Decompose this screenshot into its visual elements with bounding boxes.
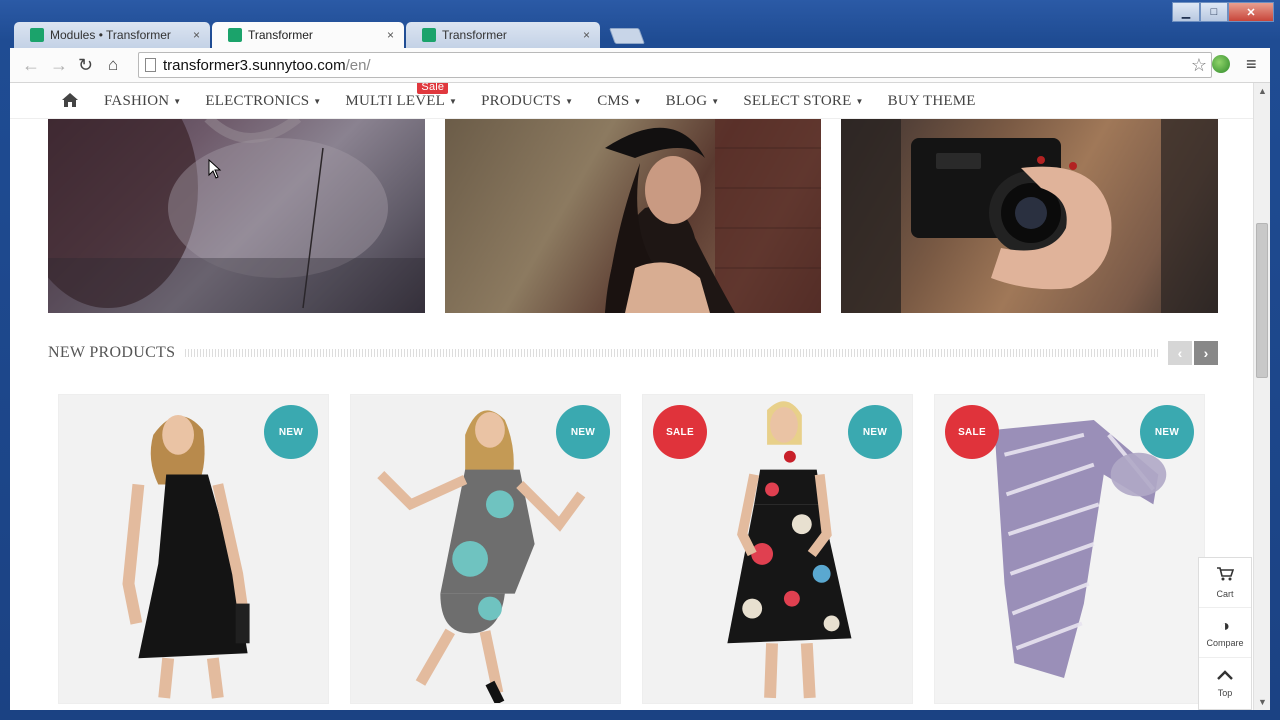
maximize-button[interactable]: □: [1200, 2, 1228, 22]
url-host: transformer3.sunnytoo.com: [163, 57, 346, 74]
carousel-prev-button[interactable]: ‹: [1168, 341, 1192, 365]
tab-close-icon[interactable]: ×: [387, 28, 394, 42]
page-icon: [145, 58, 156, 72]
home-icon[interactable]: ⌂: [108, 56, 118, 74]
url-path: /en/: [345, 57, 371, 74]
top-label: Top: [1217, 688, 1233, 698]
menu-item-blog[interactable]: BLOG ▼: [666, 93, 720, 110]
star-icon[interactable]: ☆: [1191, 55, 1207, 76]
caret-down-icon: ▼: [448, 96, 458, 106]
carousel-next-button[interactable]: ›: [1194, 341, 1218, 365]
forward-icon[interactable]: →: [50, 56, 68, 74]
menu-icon[interactable]: ≡: [1246, 54, 1257, 75]
caret-down-icon: ▼: [633, 96, 642, 106]
sale-badge: Sale: [417, 83, 449, 94]
tab-transformer-active[interactable]: Transformer ×: [212, 22, 404, 48]
banner-image-3[interactable]: [841, 118, 1218, 313]
caret-down-icon: ▼: [313, 96, 322, 106]
page-viewport: FASHION ▼ ELECTRONICS ▼ MULTI LEVEL ▼ Sa…: [10, 83, 1270, 710]
reload-icon[interactable]: ↻: [78, 56, 93, 74]
back-icon[interactable]: ←: [22, 56, 40, 74]
sale-flag-badge: SALE: [945, 405, 999, 459]
compare-button[interactable]: ◑ Compare: [1199, 608, 1251, 658]
menu-label: MULTI LEVEL: [345, 92, 445, 109]
page-scrollbar[interactable]: ▲ ▼: [1253, 83, 1270, 710]
new-flag-badge: NEW: [848, 405, 902, 459]
minimize-button[interactable]: ▁: [1172, 2, 1200, 22]
menu-item-electronics[interactable]: ELECTRONICS ▼: [205, 93, 321, 110]
cart-label: Cart: [1216, 589, 1234, 599]
menu-label: FASHION: [104, 92, 170, 109]
compare-label: Compare: [1206, 637, 1244, 648]
tab-close-icon[interactable]: ×: [193, 28, 200, 42]
banner-art: [841, 118, 1218, 313]
menu-label: BUY THEME: [887, 92, 976, 109]
tab-close-icon[interactable]: ×: [583, 28, 590, 42]
title-divider: [185, 349, 1160, 357]
sale-flag-badge: SALE: [653, 405, 707, 459]
mouse-cursor-icon: [208, 159, 222, 179]
caret-down-icon: ▼: [855, 96, 864, 106]
tab-strip: Modules • Transformer × Transformer × Tr…: [14, 22, 914, 48]
scroll-down-arrow-icon[interactable]: ▼: [1254, 694, 1270, 710]
tab-label: Transformer: [248, 28, 313, 42]
product-card-4[interactable]: SALE NEW: [934, 394, 1205, 704]
menu-items: FASHION ▼ ELECTRONICS ▼ MULTI LEVEL ▼ Sa…: [104, 83, 1000, 119]
store-main-menu: FASHION ▼ ELECTRONICS ▼ MULTI LEVEL ▼ Sa…: [10, 83, 1253, 119]
close-window-button[interactable]: ✕: [1228, 2, 1274, 22]
caret-down-icon: ▼: [565, 96, 574, 106]
browser-toolbar: ← → ↻ ⌂ transformer3.sunnytoo.com/en/ ☆ …: [10, 48, 1270, 83]
product-card-1[interactable]: NEW: [58, 394, 329, 704]
window-controls: ▁ □ ✕: [1172, 2, 1274, 22]
address-bar[interactable]: transformer3.sunnytoo.com/en/ ☆: [138, 52, 1212, 78]
new-flag-badge: NEW: [556, 405, 610, 459]
cart-icon: [1216, 566, 1235, 587]
scroll-up-arrow-icon[interactable]: ▲: [1254, 83, 1270, 99]
tab-label: Modules • Transformer: [50, 28, 171, 42]
favicon-icon: [228, 28, 242, 42]
menu-label: PRODUCTS: [481, 92, 562, 109]
new-flag-badge: NEW: [1140, 405, 1194, 459]
menu-item-multi-level[interactable]: MULTI LEVEL ▼ Sale: [345, 83, 458, 110]
favicon-icon: [30, 28, 44, 42]
banner-image-1[interactable]: [48, 118, 425, 313]
scroll-thumb[interactable]: [1256, 223, 1268, 378]
globe-icon[interactable]: [1212, 55, 1230, 73]
cart-button[interactable]: Cart: [1199, 558, 1251, 608]
tab-transformer[interactable]: Transformer ×: [406, 22, 600, 48]
banner-image-2[interactable]: [445, 118, 821, 313]
menu-item-fashion[interactable]: FASHION ▼: [104, 93, 181, 110]
menu-label: SELECT STORE: [743, 92, 852, 109]
menu-item-select-store[interactable]: SELECT STORE ▼: [743, 93, 863, 110]
menu-label: CMS: [597, 92, 630, 109]
banner-art: [48, 118, 425, 313]
new-flag-badge: NEW: [264, 405, 318, 459]
browser-window: ▁ □ ✕ Modules • Transformer × Transforme…: [0, 0, 1280, 720]
menu-item-buy-theme[interactable]: BUY THEME: [888, 93, 976, 110]
menu-label: BLOG: [665, 92, 708, 109]
url-text: transformer3.sunnytoo.com/en/: [163, 57, 371, 74]
product-card-2[interactable]: NEW: [350, 394, 621, 704]
home-icon[interactable]: [62, 93, 78, 107]
product-card-3[interactable]: SALE NEW: [642, 394, 913, 704]
compare-icon: ◑: [1220, 617, 1230, 635]
banner-art: [605, 118, 821, 313]
floating-side-widget: Cart ◑ Compare Top: [1198, 557, 1252, 710]
menu-item-products[interactable]: PRODUCTS ▼: [481, 93, 573, 110]
menu-label: ELECTRONICS: [205, 92, 310, 109]
menu-item-cms[interactable]: CMS ▼: [597, 93, 641, 110]
section-title: NEW PRODUCTS: [48, 344, 176, 361]
chevron-up-icon: [1216, 668, 1234, 686]
caret-down-icon: ▼: [173, 96, 182, 106]
caret-down-icon: ▼: [711, 96, 720, 106]
new-tab-button[interactable]: [609, 28, 645, 44]
favicon-icon: [422, 28, 436, 42]
tab-modules[interactable]: Modules • Transformer ×: [14, 22, 210, 48]
tab-label: Transformer: [442, 28, 507, 42]
back-to-top-button[interactable]: Top: [1199, 658, 1251, 708]
